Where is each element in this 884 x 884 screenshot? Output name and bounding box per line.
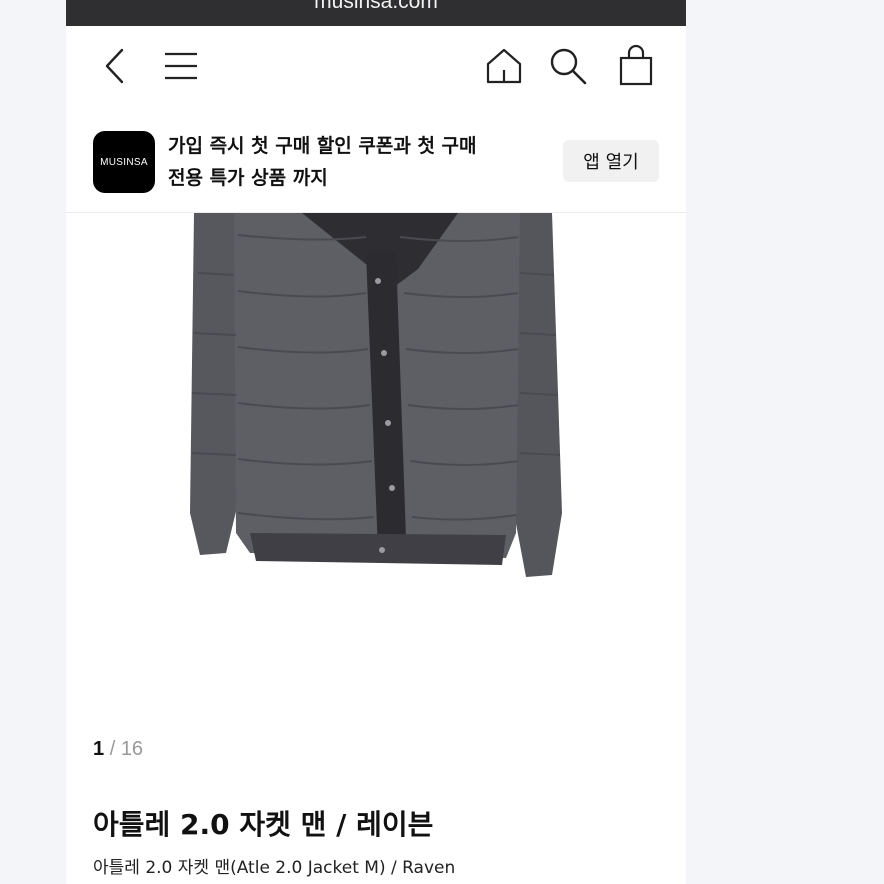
top-navigation: [66, 26, 686, 112]
shopping-bag-icon[interactable]: [614, 44, 658, 88]
pager-total: 16: [120, 738, 144, 760]
back-icon[interactable]: [94, 44, 138, 88]
search-icon[interactable]: [546, 44, 590, 88]
image-pager: 1 / 16: [93, 738, 143, 761]
pager-separator: /: [109, 738, 116, 760]
product-title: 아틀레 2.0 자켓 맨 / 레이븐: [93, 808, 434, 841]
app-install-banner[interactable]: MUSINSA 가입 즉시 첫 구매 할인 쿠폰과 첫 구매 전용 특가 상품 …: [66, 112, 686, 213]
jacket-hem: [250, 533, 506, 565]
browser-url-bar[interactable]: musinsa.com: [66, 0, 686, 26]
product-subtitle: 아틀레 2.0 자켓 맨(Atle 2.0 Jacket M) / Raven: [93, 858, 456, 878]
open-app-button[interactable]: 앱 열기: [563, 140, 659, 182]
url-text: musinsa.com: [314, 0, 438, 13]
mobile-page: musinsa.com MUSINSA 가입 즉시 첫 구매 할인 쿠폰과 첫: [66, 0, 686, 884]
menu-icon[interactable]: [159, 44, 203, 88]
jacket-product-image: [190, 213, 562, 577]
banner-line-1: 가입 즉시 첫 구매 할인 쿠폰과 첫 구매: [168, 135, 477, 157]
musinsa-logo: MUSINSA: [93, 131, 155, 193]
banner-message: 가입 즉시 첫 구매 할인 쿠폰과 첫 구매 전용 특가 상품 까지: [168, 130, 558, 194]
left-sleeve: [190, 213, 238, 555]
banner-line-2: 전용 특가 상품 까지: [168, 167, 328, 189]
product-image-gallery[interactable]: [66, 213, 686, 713]
pager-current: 1: [93, 738, 105, 760]
home-icon[interactable]: [482, 44, 526, 88]
